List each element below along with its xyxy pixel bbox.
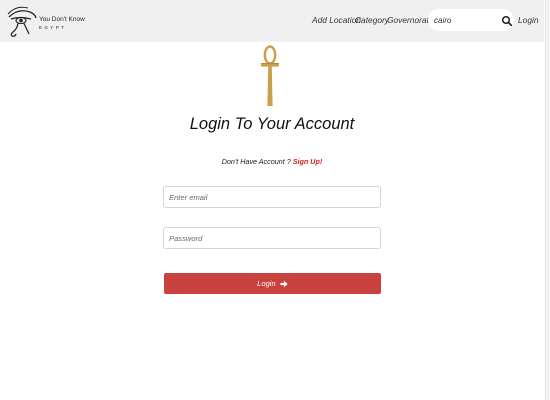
- search-icon: [501, 15, 513, 27]
- signup-link[interactable]: Sign Up!: [293, 157, 323, 166]
- page-title: Login To Your Account: [189, 115, 355, 133]
- nav-category[interactable]: Category: [355, 15, 389, 25]
- nav-add-location[interactable]: Add Location: [312, 15, 361, 25]
- search-button[interactable]: [501, 14, 513, 27]
- navbar: You Don't Know EGYPT Add Location Catego…: [0, 0, 544, 42]
- search-input[interactable]: [428, 9, 498, 31]
- ankh-icon: [261, 45, 279, 106]
- signup-prompt: Don't Have Account ?: [221, 157, 291, 166]
- scrollbar[interactable]: [545, 0, 550, 400]
- page: You Don't Know EGYPT Add Location Catego…: [0, 0, 550, 400]
- home-logo-link[interactable]: You Don't Know EGYPT: [6, 4, 86, 38]
- password-field[interactable]: [163, 227, 381, 249]
- nav-login[interactable]: Login: [518, 15, 539, 25]
- arrow-right-icon: [280, 280, 288, 288]
- eye-of-horus-icon: [7, 6, 37, 37]
- search-box: [428, 9, 514, 31]
- signup-prompt-row: Don't Have Account ? Sign Up!: [0, 157, 544, 166]
- logo-subtitle: EGYPT: [39, 25, 67, 30]
- logo-title: You Don't Know: [39, 16, 85, 23]
- login-button[interactable]: Login: [164, 273, 381, 294]
- login-button-label: Login: [257, 279, 276, 288]
- email-field[interactable]: [163, 186, 381, 208]
